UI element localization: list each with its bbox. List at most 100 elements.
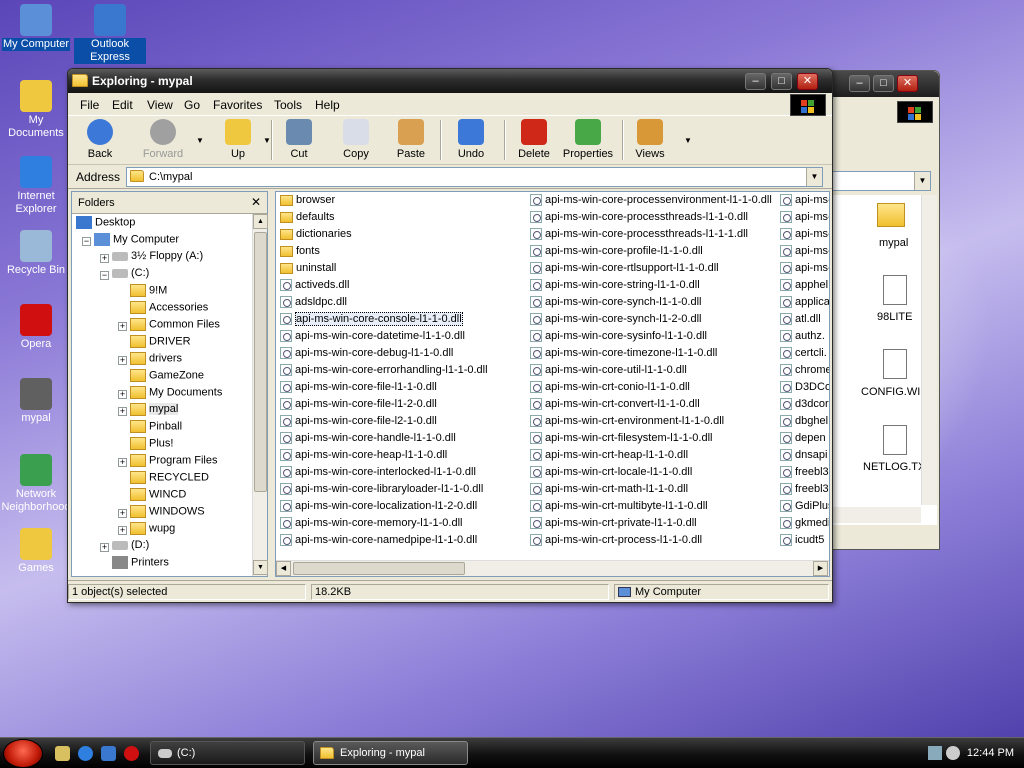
chevron-down-icon[interactable]: ▼: [196, 136, 204, 145]
toolbar-cut-button[interactable]: Cut: [283, 119, 315, 160]
file-item[interactable]: authz.: [780, 330, 825, 346]
tree-item[interactable]: drivers: [130, 352, 182, 368]
outlook-express-icon[interactable]: [101, 746, 116, 761]
file-item[interactable]: api-ms-win-crt-multibyte-l1-1-0.dll: [530, 500, 708, 516]
file-item[interactable]: api-ms-win-core-datetime-l1-1-0.dll: [280, 330, 465, 346]
expand-icon[interactable]: +: [118, 526, 127, 535]
tree-item[interactable]: Desktop: [76, 216, 135, 232]
close-button[interactable]: ✕: [897, 75, 918, 92]
file-item[interactable]: api-ms-win-core-processthreads-l1-1-1.dl…: [530, 228, 748, 244]
file-item[interactable]: fonts: [280, 245, 320, 261]
file-item[interactable]: api-ms-win-core-file-l1-2-0.dll: [280, 398, 437, 414]
menu-file[interactable]: File: [80, 98, 99, 112]
tree-item[interactable]: RECYCLED: [130, 471, 209, 487]
file-item[interactable]: api-ms-win-core-errorhandling-l1-1-0.dll: [280, 364, 488, 380]
maximize-button[interactable]: □: [771, 73, 792, 90]
file-item[interactable]: api-ms-: [780, 245, 829, 261]
list-item[interactable]: NETLOG.TX: [863, 461, 925, 473]
file-item[interactable]: depen: [780, 432, 826, 448]
file-item[interactable]: applica: [780, 296, 829, 312]
desktop-icon[interactable]: My Documents: [0, 80, 72, 140]
desktop-icon[interactable]: Network Neighborhood: [0, 454, 72, 514]
tree-item[interactable]: GameZone: [130, 369, 204, 385]
file-item[interactable]: api-ms-win-core-string-l1-1-0.dll: [530, 279, 700, 295]
toolbar-up-button[interactable]: Up: [223, 119, 253, 160]
collapse-icon[interactable]: −: [100, 271, 109, 280]
file-item[interactable]: dbghel: [780, 415, 828, 431]
internet-explorer-icon[interactable]: [78, 746, 93, 761]
expand-icon[interactable]: +: [118, 509, 127, 518]
expand-icon[interactable]: +: [118, 458, 127, 467]
file-item[interactable]: api-ms-win-crt-private-l1-1-0.dll: [530, 517, 697, 533]
scroll-right-button[interactable]: ▶: [813, 561, 828, 576]
file-item[interactable]: api-ms-win-core-namedpipe-l1-1-0.dll: [280, 534, 477, 550]
toolbar-delete-button[interactable]: Delete: [514, 119, 554, 160]
tree-item[interactable]: Program Files: [130, 454, 217, 470]
menu-view[interactable]: View: [147, 98, 173, 112]
menu-edit[interactable]: Edit: [112, 98, 133, 112]
maximize-button[interactable]: □: [873, 75, 894, 92]
chevron-down-icon[interactable]: ▼: [684, 136, 692, 145]
file-item[interactable]: api-ms-win-core-processthreads-l1-1-0.dl…: [530, 211, 748, 227]
desktop-icon[interactable]: Games: [0, 528, 72, 575]
tree-item[interactable]: (D:): [112, 539, 149, 555]
file-item[interactable]: api-ms-: [780, 211, 829, 227]
horizontal-scrollbar[interactable]: ◀ ▶: [276, 560, 829, 576]
file-item[interactable]: defaults: [280, 211, 335, 227]
show-desktop-icon[interactable]: [55, 746, 70, 761]
desktop-icon[interactable]: Opera: [0, 304, 72, 351]
close-button[interactable]: ✕: [797, 73, 818, 90]
file-item[interactable]: icudt5: [780, 534, 824, 550]
file-item[interactable]: atl.dll: [780, 313, 821, 329]
tree-item[interactable]: Plus!: [130, 437, 173, 453]
file-item[interactable]: api-ms-win-crt-heap-l1-1-0.dll: [530, 449, 688, 465]
expand-icon[interactable]: +: [118, 356, 127, 365]
tree-item[interactable]: 3½ Floppy (A:): [112, 250, 203, 266]
file-item[interactable]: gkmedi: [780, 517, 829, 533]
tree-item[interactable]: My Documents: [130, 386, 222, 402]
file-item[interactable]: api-ms-win-crt-conio-l1-1-0.dll: [530, 381, 690, 397]
file-item[interactable]: api-ms-win-crt-convert-l1-1-0.dll: [530, 398, 700, 414]
tree-item[interactable]: wupg: [130, 522, 175, 538]
tree-item[interactable]: Common Files: [130, 318, 220, 334]
chevron-down-icon[interactable]: ▼: [263, 136, 271, 145]
toolbar-undo-button[interactable]: Undo: [454, 119, 488, 160]
toolbar-copy-button[interactable]: Copy: [338, 119, 374, 160]
taskbar-item-exploring-mypal[interactable]: Exploring - mypal: [313, 741, 468, 765]
scroll-left-button[interactable]: ◀: [276, 561, 291, 576]
toolbar-properties-button[interactable]: Properties: [560, 119, 616, 160]
list-item[interactable]: mypal: [879, 237, 908, 249]
file-item[interactable]: api-ms-win-core-localization-l1-2-0.dll: [280, 500, 477, 516]
menu-help[interactable]: Help: [315, 98, 340, 112]
explorer-window[interactable]: Exploring - mypal – □ ✕ File Edit View G…: [67, 68, 833, 603]
file-item[interactable]: d3dcor: [780, 398, 829, 414]
file-item[interactable]: api-ms-win-core-file-l1-1-0.dll: [280, 381, 437, 397]
expand-icon[interactable]: +: [100, 543, 109, 552]
file-item[interactable]: api-ms-win-crt-process-l1-1-0.dll: [530, 534, 702, 550]
menu-go[interactable]: Go: [184, 98, 200, 112]
desktop-icon[interactable]: mypal: [0, 378, 72, 425]
opera-icon[interactable]: [124, 746, 139, 761]
chevron-down-icon[interactable]: ▼: [806, 168, 822, 186]
tree-item[interactable]: Printers: [112, 556, 169, 572]
desktop-icon[interactable]: Outlook Express: [74, 4, 146, 64]
file-item[interactable]: api-ms-win-core-interlocked-l1-1-0.dll: [280, 466, 476, 482]
tree-item[interactable]: DRIVER: [130, 335, 191, 351]
file-item[interactable]: chrome: [780, 364, 829, 380]
file-item[interactable]: api-ms-win-core-libraryloader-l1-1-0.dll: [280, 483, 483, 499]
scrollbar-thumb[interactable]: [254, 232, 267, 492]
toolbar-views-button[interactable]: Views: [631, 119, 669, 160]
file-item[interactable]: api-ms-win-crt-math-l1-1-0.dll: [530, 483, 688, 499]
file-item[interactable]: api-ms-win-core-memory-l1-1-0.dll: [280, 517, 462, 533]
file-item[interactable]: apphel: [780, 279, 828, 295]
tree-item[interactable]: Accessories: [130, 301, 208, 317]
file-item[interactable]: api-ms-win-core-file-l2-1-0.dll: [280, 415, 437, 431]
file-item[interactable]: api-ms-win-core-synch-l1-1-0.dll: [530, 296, 701, 312]
tree-item[interactable]: 9!M: [130, 284, 167, 300]
expand-icon[interactable]: +: [100, 254, 109, 263]
file-item[interactable]: api-ms-win-core-timezone-l1-1-0.dll: [530, 347, 717, 363]
file-item[interactable]: dnsapi: [780, 449, 827, 465]
file-item[interactable]: api-ms-win-crt-filesystem-l1-1-0.dll: [530, 432, 712, 448]
expand-icon[interactable]: +: [118, 322, 127, 331]
window-titlebar[interactable]: Exploring - mypal – □ ✕: [68, 69, 832, 93]
